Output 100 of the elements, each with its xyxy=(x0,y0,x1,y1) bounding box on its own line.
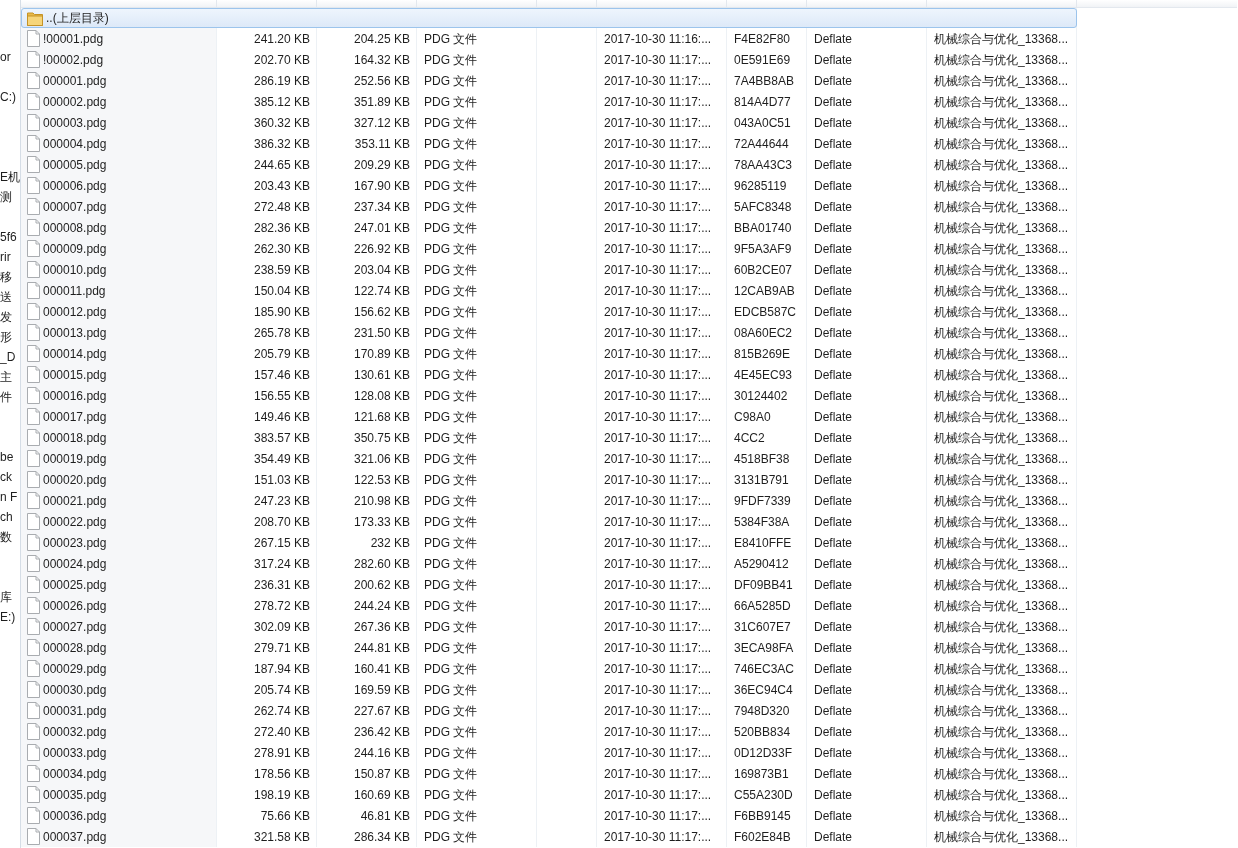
file-row[interactable]: 000020.pdg 151.03 KB 122.53 KB PDG 文件 2017-10-30 11:17:... 3131B791 Deflate 机械综合与优化_13368... xyxy=(21,469,1077,490)
crc-value: 60B2CE07 xyxy=(734,262,793,277)
crc-value: 96285119 xyxy=(734,178,787,193)
navigation-item[interactable]: 数 xyxy=(0,527,12,547)
file-row[interactable]: 000030.pdg 205.74 KB 169.59 KB PDG 文件 2017-10-30 11:17:... 36EC94C4 Deflate 机械综合与优化_13368... xyxy=(21,679,1077,700)
navigation-item[interactable]: 测 xyxy=(0,187,12,207)
file-row[interactable]: 000015.pdg 157.46 KB 130.61 KB PDG 文件 2017-10-30 11:17:... 4E45EC93 Deflate 机械综合与优化_13368... xyxy=(21,364,1077,385)
compression-method: Deflate xyxy=(814,493,853,508)
packed-size: 232 KB xyxy=(370,535,410,550)
file-size: 262.74 KB xyxy=(253,703,310,718)
navigation-item[interactable]: ch xyxy=(0,507,13,527)
file-row[interactable]: 000036.pdg 75.66 KB 46.81 KB PDG 文件 2017-10-30 11:17:... F6BB9145 Deflate 机械综合与优化_13368... xyxy=(21,805,1077,826)
file-row[interactable]: 000025.pdg 236.31 KB 200.62 KB PDG 文件 2017-10-30 11:17:... DF09BB41 Deflate 机械综合与优化_13368... xyxy=(21,574,1077,595)
modified-time: 2017-10-30 11:17:... xyxy=(604,745,712,760)
file-row[interactable]: 000016.pdg 156.55 KB 128.08 KB PDG 文件 2017-10-30 11:17:... 30124402 Deflate 机械综合与优化_13368... xyxy=(21,385,1077,406)
compression-method: Deflate xyxy=(814,724,853,739)
folder-path: 机械综合与优化_13368... xyxy=(934,556,1069,571)
navigation-item[interactable]: E机 xyxy=(0,167,20,187)
modified-time: 2017-10-30 11:17:... xyxy=(604,640,712,655)
file-row[interactable]: 000032.pdg 272.40 KB 236.42 KB PDG 文件 2017-10-30 11:17:... 520BB834 Deflate 机械综合与优化_13368... xyxy=(21,721,1077,742)
file-size: 198.19 KB xyxy=(253,787,310,802)
navigation-item[interactable]: _D xyxy=(0,347,16,367)
navigation-item[interactable]: rir xyxy=(0,247,11,267)
navigation-item[interactable]: 发 xyxy=(0,307,12,327)
file-row[interactable]: 000022.pdg 208.70 KB 173.33 KB PDG 文件 2017-10-30 11:17:... 5384F38A Deflate 机械综合与优化_13368... xyxy=(21,511,1077,532)
navigation-item[interactable]: 形 xyxy=(0,327,12,347)
file-type: PDG 文件 xyxy=(424,808,478,823)
file-row[interactable]: 000018.pdg 383.57 KB 350.75 KB PDG 文件 2017-10-30 11:17:... 4CC2 Deflate 机械综合与优化_13368... xyxy=(21,427,1077,448)
crc-value: 0D12D33F xyxy=(734,745,793,760)
file-row[interactable]: 000010.pdg 238.59 KB 203.04 KB PDG 文件 2017-10-30 11:17:... 60B2CE07 Deflate 机械综合与优化_13368... xyxy=(21,259,1077,280)
file-size: 247.23 KB xyxy=(253,493,310,508)
file-row[interactable]: 000003.pdg 360.32 KB 327.12 KB PDG 文件 2017-10-30 11:17:... 043A0C51 Deflate 机械综合与优化_13368... xyxy=(21,112,1077,133)
file-row[interactable]: 000037.pdg 321.58 KB 286.34 KB PDG 文件 2017-10-30 11:17:... F602E84B Deflate 机械综合与优化_13368... xyxy=(21,826,1077,847)
file-size: 272.40 KB xyxy=(253,724,310,739)
folder-path: 机械综合与优化_13368... xyxy=(934,598,1069,613)
file-row[interactable]: 000021.pdg 247.23 KB 210.98 KB PDG 文件 2017-10-30 11:17:... 9FDF7339 Deflate 机械综合与优化_13368... xyxy=(21,490,1077,511)
navigation-item[interactable]: 件 xyxy=(0,387,12,407)
file-size: 262.30 KB xyxy=(253,241,310,256)
file-row[interactable]: 000004.pdg 386.32 KB 353.11 KB PDG 文件 2017-10-30 11:17:... 72A44644 Deflate 机械综合与优化_13368... xyxy=(21,133,1077,154)
compression-method: Deflate xyxy=(814,682,853,697)
file-size: 156.55 KB xyxy=(253,388,310,403)
file-row[interactable]: 000034.pdg 178.56 KB 150.87 KB PDG 文件 2017-10-30 11:17:... 169873B1 Deflate 机械综合与优化_13368... xyxy=(21,763,1077,784)
file-row[interactable]: 000033.pdg 278.91 KB 244.16 KB PDG 文件 2017-10-30 11:17:... 0D12D33F Deflate 机械综合与优化_13368... xyxy=(21,742,1077,763)
navigation-item[interactable]: ck xyxy=(0,467,12,487)
crc-value: 12CAB9AB xyxy=(734,283,795,298)
packed-size: 327.12 KB xyxy=(353,115,410,130)
modified-time: 2017-10-30 11:17:... xyxy=(604,787,712,802)
file-row[interactable]: 000029.pdg 187.94 KB 160.41 KB PDG 文件 2017-10-30 11:17:... 746EC3AC Deflate 机械综合与优化_13368... xyxy=(21,658,1077,679)
compression-method: Deflate xyxy=(814,661,853,676)
navigation-item[interactable]: 5f6 xyxy=(0,227,17,247)
file-size: 238.59 KB xyxy=(253,262,310,277)
navigation-item[interactable]: 主 xyxy=(0,367,12,387)
compression-method: Deflate xyxy=(814,409,853,424)
file-row[interactable]: 000019.pdg 354.49 KB 321.06 KB PDG 文件 2017-10-30 11:17:... 4518BF38 Deflate 机械综合与优化_13368... xyxy=(21,448,1077,469)
compression-method: Deflate xyxy=(814,199,853,214)
file-row[interactable]: 000023.pdg 267.15 KB 232 KB PDG 文件 2017-10-30 11:17:... E8410FFE Deflate 机械综合与优化_13368... xyxy=(21,532,1077,553)
navigation-item[interactable]: C:) xyxy=(0,87,16,107)
file-row[interactable]: 000009.pdg 262.30 KB 226.92 KB PDG 文件 2017-10-30 11:17:... 9F5A3AF9 Deflate 机械综合与优化_13368... xyxy=(21,238,1077,259)
compression-method: Deflate xyxy=(814,472,853,487)
parent-folder-row[interactable]: ..(上层目录) xyxy=(21,8,1077,28)
crc-value: 3ECA98FA xyxy=(734,640,794,655)
file-row[interactable]: 000017.pdg 149.46 KB 121.68 KB PDG 文件 2017-10-30 11:17:... C98A0 Deflate 机械综合与优化_13368... xyxy=(21,406,1077,427)
file-row[interactable]: !00001.pdg 241.20 KB 204.25 KB PDG 文件 2017-10-30 11:16:... F4E82F80 Deflate 机械综合与优化_13368... xyxy=(21,28,1077,49)
file-name: 000005.pdg xyxy=(43,156,107,174)
file-row[interactable]: !00002.pdg 202.70 KB 164.32 KB PDG 文件 2017-10-30 11:17:... 0E591E69 Deflate 机械综合与优化_13368... xyxy=(21,49,1077,70)
file-icon xyxy=(27,618,40,635)
modified-time: 2017-10-30 11:17:... xyxy=(604,577,712,592)
file-row[interactable]: 000007.pdg 272.48 KB 237.34 KB PDG 文件 2017-10-30 11:17:... 5AFC8348 Deflate 机械综合与优化_13368... xyxy=(21,196,1077,217)
file-name: 000014.pdg xyxy=(43,345,107,363)
file-row[interactable]: 000027.pdg 302.09 KB 267.36 KB PDG 文件 2017-10-30 11:17:... 31C607E7 Deflate 机械综合与优化_13368... xyxy=(21,616,1077,637)
file-row[interactable]: 000008.pdg 282.36 KB 247.01 KB PDG 文件 2017-10-30 11:17:... BBA01740 Deflate 机械综合与优化_13368... xyxy=(21,217,1077,238)
navigation-item[interactable]: 移 xyxy=(0,267,12,287)
navigation-item[interactable]: E:) xyxy=(0,607,16,627)
modified-time: 2017-10-30 11:17:... xyxy=(604,136,712,151)
file-row[interactable]: 000031.pdg 262.74 KB 227.67 KB PDG 文件 2017-10-30 11:17:... 7948D320 Deflate 机械综合与优化_13368... xyxy=(21,700,1077,721)
file-row[interactable]: 000028.pdg 279.71 KB 244.81 KB PDG 文件 2017-10-30 11:17:... 3ECA98FA Deflate 机械综合与优化_13368... xyxy=(21,637,1077,658)
file-type: PDG 文件 xyxy=(424,682,478,697)
file-row[interactable]: 000001.pdg 286.19 KB 252.56 KB PDG 文件 2017-10-30 11:17:... 7A4BB8AB Deflate 机械综合与优化_13368... xyxy=(21,70,1077,91)
navigation-item[interactable]: be xyxy=(0,447,14,467)
navigation-item[interactable]: or xyxy=(0,47,11,67)
file-row[interactable]: 000026.pdg 278.72 KB 244.24 KB PDG 文件 2017-10-30 11:17:... 66A5285D Deflate 机械综合与优化_13368... xyxy=(21,595,1077,616)
file-icon xyxy=(27,93,40,110)
file-row[interactable]: 000011.pdg 150.04 KB 122.74 KB PDG 文件 2017-10-30 11:17:... 12CAB9AB Deflate 机械综合与优化_13368... xyxy=(21,280,1077,301)
navigation-item[interactable]: n F xyxy=(0,487,18,507)
file-row[interactable]: 000024.pdg 317.24 KB 282.60 KB PDG 文件 2017-10-30 11:17:... A5290412 Deflate 机械综合与优化_13368... xyxy=(21,553,1077,574)
file-row[interactable]: 000013.pdg 265.78 KB 231.50 KB PDG 文件 2017-10-30 11:17:... 08A60EC2 Deflate 机械综合与优化_13368... xyxy=(21,322,1077,343)
modified-time: 2017-10-30 11:16:... xyxy=(604,31,712,46)
file-row[interactable]: 000035.pdg 198.19 KB 160.69 KB PDG 文件 2017-10-30 11:17:... C55A230D Deflate 机械综合与优化_13368... xyxy=(21,784,1077,805)
packed-size: 121.68 KB xyxy=(353,409,410,424)
navigation-item[interactable]: 送 xyxy=(0,287,12,307)
file-row[interactable]: 000002.pdg 385.12 KB 351.89 KB PDG 文件 2017-10-30 11:17:... 814A4D77 Deflate 机械综合与优化_13368... xyxy=(21,91,1077,112)
compression-method: Deflate xyxy=(814,346,853,361)
compression-method: Deflate xyxy=(814,388,853,403)
file-row[interactable]: 000014.pdg 205.79 KB 170.89 KB PDG 文件 2017-10-30 11:17:... 815B269E Deflate 机械综合与优化_13368... xyxy=(21,343,1077,364)
navigation-item[interactable]: 库 xyxy=(0,587,12,607)
file-row[interactable]: 000005.pdg 244.65 KB 209.29 KB PDG 文件 2017-10-30 11:17:... 78AA43C3 Deflate 机械综合与优化_13368... xyxy=(21,154,1077,175)
modified-time: 2017-10-30 11:17:... xyxy=(604,451,712,466)
file-row[interactable]: 000012.pdg 185.90 KB 156.62 KB PDG 文件 2017-10-30 11:17:... EDCB587C Deflate 机械综合与优化_13368... xyxy=(21,301,1077,322)
file-row[interactable]: 000006.pdg 203.43 KB 167.90 KB PDG 文件 2017-10-30 11:17:... 96285119 Deflate 机械综合与优化_13368... xyxy=(21,175,1077,196)
file-size: 205.79 KB xyxy=(253,346,310,361)
